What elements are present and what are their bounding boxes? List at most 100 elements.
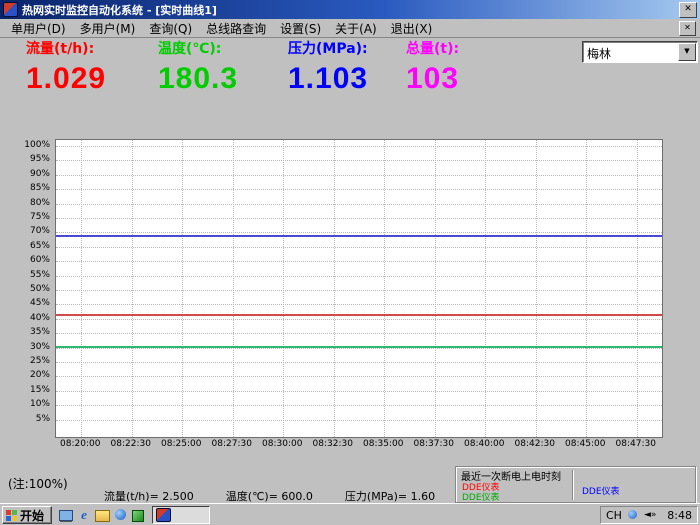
quicklaunch-show-desktop-icon[interactable] — [58, 507, 74, 523]
station-combobox[interactable]: 梅林 ▼ — [582, 41, 698, 63]
h-gridline — [56, 175, 662, 176]
close-button[interactable]: ✕ — [679, 2, 697, 18]
quicklaunch-network-icon[interactable] — [112, 507, 128, 523]
x-tick-label: 08:37:30 — [414, 439, 454, 449]
series-line-temperature — [56, 346, 662, 348]
pressure-value: 1.103 — [288, 62, 368, 96]
task-app-icon — [156, 508, 171, 522]
tray-volume-icon[interactable]: ◄» — [644, 509, 656, 521]
system-tray: CH ◄» 8:48 — [600, 506, 698, 524]
start-button[interactable]: 开始 — [2, 506, 52, 524]
y-tick-label: 15% — [30, 385, 50, 395]
quicklaunch-ie-icon[interactable]: e — [76, 507, 92, 523]
pressure-label: 压力(MPa): — [288, 38, 368, 58]
menubar: 单用户(D) 多用户(M) 查询(Q) 总线路查询 设置(S) 关于(A) 退出… — [0, 19, 700, 38]
temperature-range: 温度(℃)= 600.0 — [226, 488, 313, 504]
v-gridline — [334, 140, 335, 437]
series-line-pressure — [56, 235, 662, 237]
v-gridline — [182, 140, 183, 437]
y-tick-label: 90% — [30, 169, 50, 179]
h-gridline — [56, 232, 662, 233]
quicklaunch-folder-icon[interactable] — [94, 507, 110, 523]
chart-y-axis: 100%95%90%85%80%75%70%65%60%55%50%45%40%… — [30, 139, 52, 436]
y-tick-label: 45% — [30, 298, 50, 308]
h-gridline — [56, 204, 662, 205]
menu-item-exit[interactable]: 退出(X) — [384, 19, 440, 38]
v-gridline — [435, 140, 436, 437]
v-gridline — [132, 140, 133, 437]
v-gridline — [81, 140, 82, 437]
temperature-readout: 温度(℃): 180.3 — [158, 38, 238, 96]
y-tick-label: 35% — [30, 327, 50, 337]
menu-item-single-user[interactable]: 单用户(D) — [4, 19, 73, 38]
h-gridline — [56, 218, 662, 219]
y-tick-label: 95% — [30, 154, 50, 164]
y-tick-label: 10% — [30, 399, 50, 409]
y-tick-label: 50% — [30, 284, 50, 294]
flow-readout: 流量(t/h): 1.029 — [26, 38, 106, 96]
menu-item-multi-user[interactable]: 多用户(M) — [73, 19, 143, 38]
titlebar: 热网实时监控自动化系统 - [实时曲线1] ✕ — [0, 0, 700, 19]
scale-note: (注:100%) — [8, 475, 68, 492]
v-gridline — [536, 140, 537, 437]
y-tick-label: 30% — [30, 342, 50, 352]
pressure-range: 压力(MPa)= 1.60 — [345, 488, 435, 504]
taskbar: 开始 e CH ◄» 8:48 — [0, 503, 700, 525]
x-tick-label: 08:47:30 — [616, 439, 656, 449]
chart-plot — [55, 139, 663, 438]
menu-item-bus-query[interactable]: 总线路查询 — [199, 19, 273, 38]
tray-monitor-icon[interactable] — [627, 509, 639, 521]
clock[interactable]: 8:48 — [667, 509, 692, 522]
pressure-readout: 压力(MPa): 1.103 — [288, 38, 368, 96]
dde-indicator-2: DDE仪表 — [462, 490, 500, 503]
temperature-label: 温度(℃): — [158, 38, 238, 58]
h-gridline — [56, 420, 662, 421]
v-gridline — [586, 140, 587, 437]
h-gridline — [56, 276, 662, 277]
realtime-curve-chart: 100%95%90%85%80%75%70%65%60%55%50%45%40%… — [30, 139, 662, 453]
close-icon: ✕ — [684, 4, 692, 14]
start-button-label: 开始 — [20, 507, 44, 524]
panel-divider — [572, 470, 573, 500]
series-line-flow — [56, 314, 662, 316]
y-tick-label: 75% — [30, 212, 50, 222]
h-gridline — [56, 405, 662, 406]
menu-item-settings[interactable]: 设置(S) — [273, 19, 328, 38]
taskbar-task-button[interactable] — [152, 506, 210, 524]
x-tick-label: 08:35:00 — [363, 439, 403, 449]
y-tick-label: 70% — [30, 226, 50, 236]
combo-dropdown-button[interactable]: ▼ — [678, 43, 696, 61]
language-indicator[interactable]: CH — [606, 509, 622, 522]
flow-range: 流量(t/h)= 2.500 — [104, 488, 194, 504]
x-tick-label: 08:27:30 — [212, 439, 252, 449]
h-gridline — [56, 290, 662, 291]
v-gridline — [283, 140, 284, 437]
y-tick-label: 100% — [24, 140, 50, 150]
h-gridline — [56, 160, 662, 161]
y-tick-label: 60% — [30, 255, 50, 265]
x-tick-label: 08:42:30 — [515, 439, 555, 449]
y-tick-label: 80% — [30, 198, 50, 208]
v-gridline — [384, 140, 385, 437]
y-tick-label: 5% — [36, 414, 50, 424]
v-gridline — [485, 140, 486, 437]
app-icon — [3, 2, 18, 17]
station-combobox-value: 梅林 — [587, 45, 611, 62]
menu-item-query[interactable]: 查询(Q) — [142, 19, 199, 38]
chevron-down-icon: ▼ — [684, 47, 689, 55]
x-tick-label: 08:20:00 — [60, 439, 100, 449]
child-close-icon: ✕ — [684, 23, 691, 32]
power-event-panel: 最近一次断电上电时刻 DDE仪表 DDE仪表 DDE仪表 — [455, 466, 697, 504]
v-gridline — [233, 140, 234, 437]
quicklaunch-app-icon[interactable] — [130, 507, 146, 523]
h-gridline — [56, 247, 662, 248]
flow-label: 流量(t/h): — [26, 38, 106, 58]
menu-item-about[interactable]: 关于(A) — [328, 19, 384, 38]
h-gridline — [56, 319, 662, 320]
window-title: 热网实时监控自动化系统 - [实时曲线1] — [22, 2, 675, 18]
x-tick-label: 08:45:00 — [565, 439, 605, 449]
child-window-close-button[interactable]: ✕ — [679, 21, 696, 36]
y-tick-label: 25% — [30, 356, 50, 366]
h-gridline — [56, 304, 662, 305]
h-gridline — [56, 189, 662, 190]
